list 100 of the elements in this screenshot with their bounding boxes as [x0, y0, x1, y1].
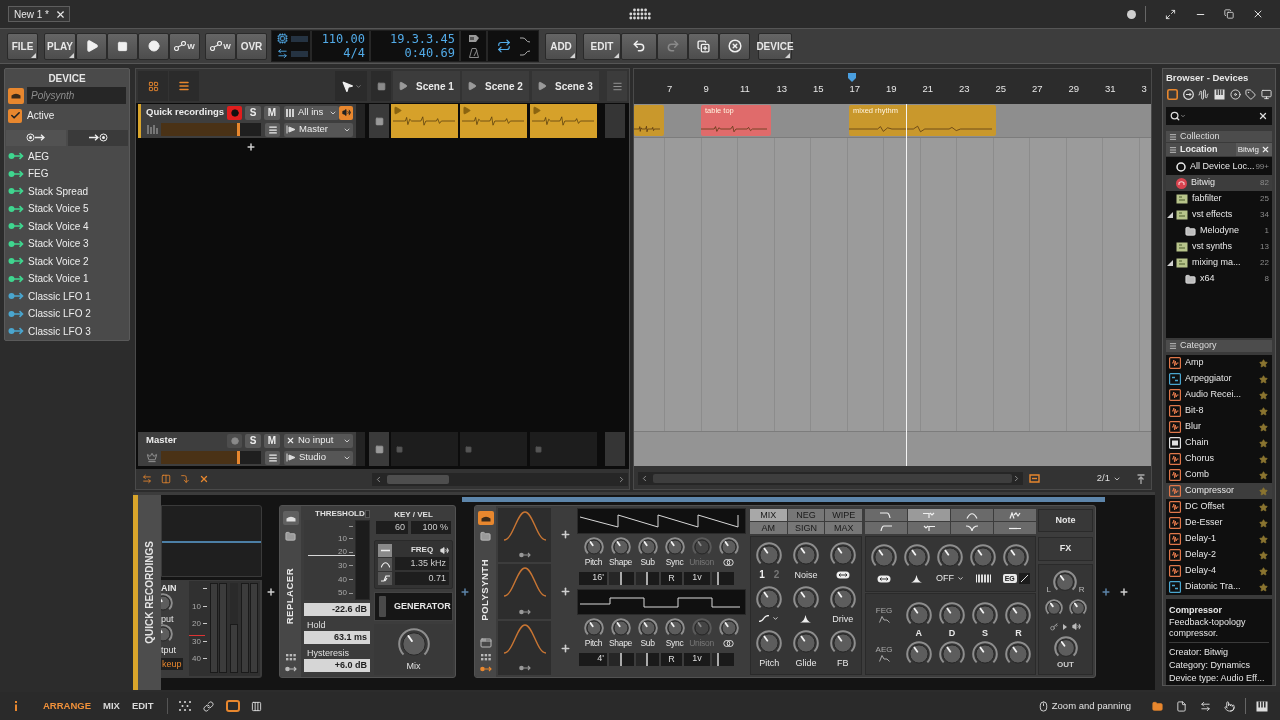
- category-item[interactable]: Blur: [1166, 419, 1272, 435]
- mix-mode-button[interactable]: AM: [750, 522, 787, 534]
- modulator-item[interactable]: AEG: [8, 147, 126, 165]
- retrigger-button[interactable]: R: [661, 652, 682, 666]
- output-dropdown[interactable]: Studio: [284, 450, 353, 465]
- star-icon[interactable]: [1259, 502, 1268, 512]
- browser-tab[interactable]: [1260, 88, 1273, 100]
- filter-mode-button[interactable]: [378, 558, 392, 571]
- filter-type-button[interactable]: [865, 522, 907, 534]
- knob[interactable]: [610, 618, 631, 638]
- automation-button[interactable]: W: [169, 32, 200, 60]
- category-item[interactable]: Arpeggiator: [1166, 371, 1272, 387]
- category-item[interactable]: Delay-4: [1166, 563, 1272, 579]
- knob[interactable]: [938, 640, 965, 667]
- category-header[interactable]: Category: [1166, 340, 1272, 352]
- device-name-field[interactable]: Polysynth: [27, 87, 126, 105]
- browser-tab[interactable]: [1213, 88, 1226, 100]
- knob[interactable]: [970, 543, 997, 570]
- redo-button[interactable]: [657, 32, 688, 60]
- knob[interactable]: [936, 543, 963, 570]
- play-button[interactable]: [76, 32, 107, 60]
- view-tab[interactable]: EDIT: [131, 698, 154, 714]
- mini-slider[interactable]: [636, 571, 659, 585]
- loop-icon[interactable]: [496, 39, 511, 53]
- knob[interactable]: [718, 537, 739, 557]
- mini-slider[interactable]: [636, 652, 659, 666]
- modulator-item[interactable]: Classic LFO 2: [8, 305, 126, 323]
- fullscreen-icon[interactable]: [1165, 8, 1176, 20]
- star-icon[interactable]: [1259, 550, 1268, 560]
- panel-toggle-button[interactable]: [1221, 698, 1237, 714]
- knob[interactable]: [938, 601, 965, 628]
- knob[interactable]: [793, 541, 819, 568]
- knob[interactable]: [1068, 598, 1087, 617]
- key-field[interactable]: 60: [376, 521, 408, 534]
- output-dropdown[interactable]: Master: [284, 122, 353, 137]
- location-item[interactable]: fabfilter 25: [1166, 191, 1272, 207]
- star-icon[interactable]: [1259, 390, 1268, 400]
- oscillator-option[interactable]: 1: [759, 567, 765, 583]
- mini-slider[interactable]: [712, 571, 734, 585]
- scroll-left-icon[interactable]: [640, 474, 649, 483]
- metronome-icon[interactable]: [468, 48, 479, 58]
- preset-button[interactable]: [477, 511, 494, 525]
- undo-button[interactable]: [621, 32, 657, 60]
- add-device-icon[interactable]: [460, 586, 470, 597]
- edit-menu-button[interactable]: EDIT: [583, 32, 621, 60]
- modulator-slot[interactable]: [498, 508, 551, 563]
- modulator-item[interactable]: Stack Voice 2: [8, 252, 126, 270]
- knob[interactable]: [583, 537, 604, 557]
- scene-menu-button[interactable]: [607, 71, 627, 101]
- knob[interactable]: [637, 537, 658, 557]
- knob[interactable]: [664, 537, 685, 557]
- filter-type-button[interactable]: [994, 522, 1036, 534]
- star-icon[interactable]: [1259, 358, 1268, 368]
- mix-mode-button[interactable]: NEG: [787, 509, 825, 521]
- knob[interactable]: [903, 543, 930, 570]
- folder-icon[interactable]: [285, 531, 296, 542]
- stop-all-button[interactable]: [371, 71, 391, 101]
- knob[interactable]: [972, 640, 999, 667]
- zoom-fit-button[interactable]: [1027, 471, 1041, 486]
- mute-button[interactable]: M: [264, 105, 280, 120]
- scene-button[interactable]: Scene 2: [462, 71, 529, 101]
- location-item[interactable]: vst synths 13: [1166, 239, 1272, 255]
- mix-mode-button[interactable]: MIX: [750, 509, 787, 521]
- note-button[interactable]: Note: [1038, 509, 1093, 532]
- modulator-item[interactable]: Classic LFO 3: [8, 322, 126, 340]
- knob[interactable]: [1003, 543, 1030, 570]
- modulator-item[interactable]: Classic LFO 1: [8, 287, 126, 305]
- knob[interactable]: [829, 541, 856, 568]
- star-icon[interactable]: [1259, 374, 1268, 384]
- play-start-marker-icon[interactable]: [848, 73, 856, 82]
- star-icon[interactable]: [1259, 582, 1268, 592]
- retrigger-button[interactable]: R: [661, 571, 682, 585]
- window-icon[interactable]: [479, 637, 492, 649]
- star-icon[interactable]: [1259, 454, 1268, 464]
- stop-clip-button[interactable]: [369, 432, 389, 466]
- volume-fader[interactable]: [161, 123, 261, 136]
- solo-button[interactable]: S: [245, 105, 261, 120]
- curve-icon[interactable]: [519, 36, 530, 43]
- scrollbar-thumb[interactable]: [387, 474, 449, 484]
- monitor-button[interactable]: [339, 105, 353, 120]
- filter-type-button[interactable]: [865, 509, 907, 521]
- time-signature-value[interactable]: 4/4: [343, 46, 365, 60]
- view-tab[interactable]: ARRANGE: [43, 698, 92, 714]
- track-menu-button[interactable]: [265, 450, 280, 465]
- preset-button[interactable]: [8, 87, 24, 104]
- knob[interactable]: [637, 618, 658, 638]
- mini-slider[interactable]: [712, 652, 734, 666]
- info-icon[interactable]: [14, 701, 18, 711]
- knob[interactable]: [718, 618, 739, 638]
- category-item[interactable]: De-Esser: [1166, 515, 1272, 531]
- speaker-icon[interactable]: [440, 545, 449, 555]
- grid-dots-icon[interactable]: [480, 654, 491, 661]
- knob[interactable]: [756, 586, 783, 612]
- knob[interactable]: [161, 624, 173, 644]
- velocity-field[interactable]: 100 %: [411, 521, 451, 534]
- record-arm-button[interactable]: [227, 433, 242, 448]
- star-icon[interactable]: [1259, 486, 1268, 496]
- close-icon[interactable]: [1252, 8, 1264, 20]
- category-item[interactable]: Bit-8: [1166, 403, 1272, 419]
- location-item[interactable]: x64 8: [1166, 271, 1272, 287]
